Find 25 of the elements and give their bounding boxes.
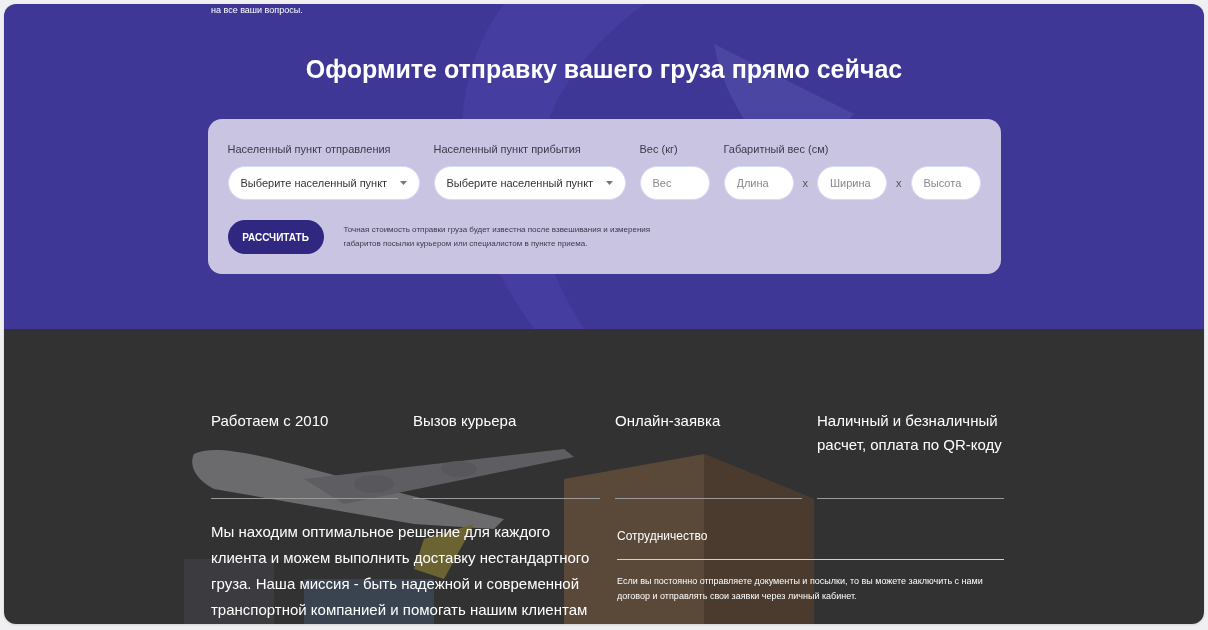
page-heading: Оформите отправку вашего груза прямо сейчас xyxy=(305,54,903,85)
feature-title: Наличный и безналичный расчет, оплата по QR-коду xyxy=(817,411,1003,455)
calculate-button[interactable]: РАССЧИТАТЬ xyxy=(227,220,324,254)
caret-icon xyxy=(605,181,613,185)
dimension-field[interactable]: Высота xyxy=(910,166,981,200)
feature-title: Работаем с 2010 xyxy=(211,411,330,431)
times-sign: x xyxy=(896,175,902,191)
feature-title: Онлайн-заявка xyxy=(615,411,722,431)
caret-icon xyxy=(399,181,407,185)
field-label: Габаритный вес (см) xyxy=(723,141,830,157)
city-select[interactable]: Выберите населенный пункт xyxy=(227,166,420,200)
cooperation-text: Если вы постоянно отправляете документы и посылки, то вы можете заключить с нами договор и отправлять свои заявки через личный кабинет. xyxy=(617,575,984,603)
field-label: Населенный пункт прибытия xyxy=(433,141,582,157)
dimension-field[interactable]: Длина xyxy=(723,166,794,200)
field-label: Населенный пункт отправления xyxy=(227,141,392,157)
feature-title: Вызов курьера xyxy=(413,411,518,431)
weight-field[interactable]: Вес xyxy=(639,166,710,200)
city-select[interactable]: Выберите населенный пункт xyxy=(433,166,626,200)
price-note: Точная стоимость отправки груза будет известна после взвешивания и измерения габаритов посылки курьером или специалистом в пункте приема. xyxy=(343,224,652,250)
field-label: Вес (кг) xyxy=(639,141,679,157)
mission-text: Мы находим оптимальное решение для каждого клиента и можем выполнить доставку нестандартного груза. Наша миссия - быть надежной и современной транспортной компанией и помогать нашим клиентам xyxy=(211,522,591,620)
times-sign: x xyxy=(802,175,808,191)
top-note: на все ваши вопросы. xyxy=(211,5,303,16)
cooperation-title: Сотрудничество xyxy=(617,529,708,543)
dimension-field[interactable]: Ширина xyxy=(817,166,887,200)
